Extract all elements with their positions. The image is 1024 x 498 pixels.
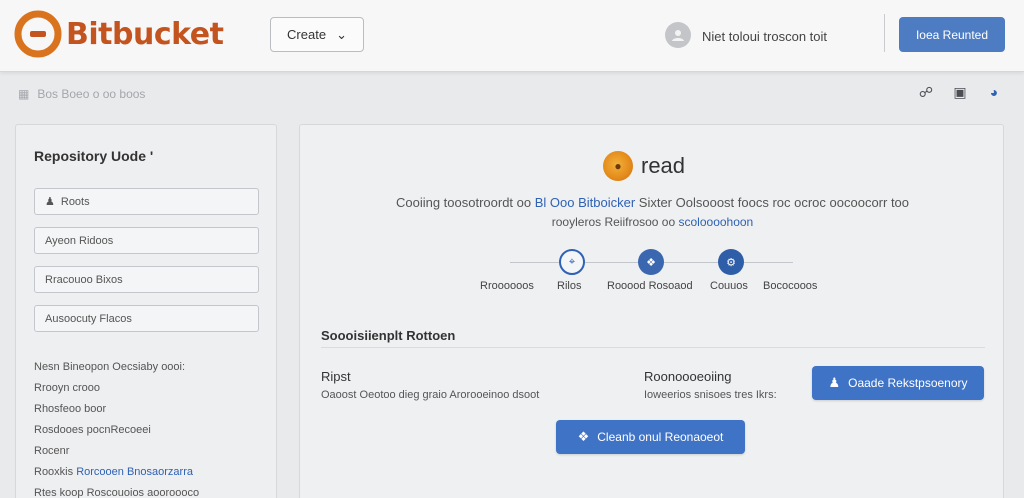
toolbar-icons: ☍ ▣ ◕ <box>916 82 1004 102</box>
main-content-panel: ● read Cooiing toosotroordt oo Bl Ooo Bi… <box>299 124 1004 498</box>
list-item[interactable]: Nesn Bineopon Oecsiaby oooi: <box>34 357 199 378</box>
desc-text: Sixter Oolsooost foocs roc ocroc oocooco… <box>635 195 910 210</box>
breadcrumb: ▦ Bos Boeo o oo boos <box>18 87 145 101</box>
step-label[interactable]: Rooood Rosoaod <box>607 280 693 292</box>
list-item[interactable]: Rhosfeoo boor <box>34 399 199 420</box>
repository-sidebar: Repository Uode ' ♟ Roots Ayeon Ridoos R… <box>15 124 277 498</box>
bee-icon: ● <box>603 151 633 181</box>
read-heading: ● read <box>603 151 685 181</box>
sidebar-list: Nesn Bineopon Oecsiaby oooi: Rrooyn croo… <box>34 357 199 498</box>
user-avatar[interactable] <box>665 22 691 48</box>
list-item-link[interactable]: Rorcooen Bnosaorzarra <box>76 466 193 478</box>
logo-text: Bitbucket <box>66 16 224 52</box>
step-label[interactable]: Rroooooos <box>480 280 534 292</box>
column-title: Ripst <box>321 369 351 384</box>
field-label: Roots <box>60 195 90 208</box>
devices-icon[interactable]: ▣ <box>950 82 970 102</box>
step-files-icon[interactable]: ❖ <box>638 249 664 275</box>
bitbucket-logo[interactable]: Bitbucket <box>12 8 224 60</box>
puzzle-icon: ❖ <box>577 429 590 444</box>
user-name[interactable]: Niet toloui troscon toit <box>702 29 827 44</box>
list-item-prefix: Rooxkis <box>34 466 77 478</box>
sidebar-title: Repository Uode ' <box>34 148 154 164</box>
grid-icon[interactable]: ▦ <box>18 87 29 101</box>
description-line-1: Cooiing toosotroordt oo Bl Ooo Bitboicke… <box>300 195 1005 210</box>
person-icon: ♟ <box>45 196 55 208</box>
list-item[interactable]: Rosdooes pocnRecoeei <box>34 420 199 441</box>
column-title: Roonoooeoiing <box>644 369 732 384</box>
list-item[interactable]: Rooxkis Rorcooen Bnosaorzarra <box>34 462 199 483</box>
list-item[interactable]: Rtes koop Roscouoios aooroooco <box>34 483 199 498</box>
header-primary-button[interactable]: Ioea Reunted <box>899 17 1005 52</box>
description-line-2: rooyleros Reiifrosoo oo scoloooohoon <box>300 215 1005 229</box>
create-dropdown-button[interactable]: Create ⌄ <box>270 17 364 52</box>
create-request-button[interactable]: ❖ Cleanb onul Reonaoeot <box>556 420 745 454</box>
list-item[interactable]: Rocenr <box>34 441 199 462</box>
section-divider <box>321 347 985 348</box>
step-label[interactable]: Couuos <box>710 280 748 292</box>
section-title: Soooisiienplt Rottoen <box>321 328 456 343</box>
step-label[interactable]: Rilos <box>557 280 581 292</box>
desc-link[interactable]: Bl Ooo Bitboicker <box>535 195 635 210</box>
header-divider <box>884 14 885 52</box>
top-header: Bitbucket Create ⌄ Niet toloui troscon t… <box>0 0 1024 72</box>
column-description: Oaoost Oeotoo dieg graio Arorooeinoo dso… <box>321 389 540 401</box>
chevron-down-icon: ⌄ <box>336 26 347 42</box>
list-item-prefix: Rtes koop Roscouoios <box>34 487 148 498</box>
field-label: Ayeon Ridoos <box>45 234 114 247</box>
breadcrumb-text[interactable]: Bos Boeo o oo boos <box>37 87 145 101</box>
user-icon: ♟ <box>828 375 841 390</box>
globe-icon[interactable]: ◕ <box>984 82 1004 102</box>
user-icon <box>672 30 684 41</box>
create-repository-button[interactable]: ♟ Oaade Rekstpsoenory <box>812 366 984 400</box>
desc-text: rooyleros Reiifrosoo oo <box>551 215 679 229</box>
button-label: Cleanb onul Reonaoeot <box>597 430 724 444</box>
create-label: Create <box>287 27 327 42</box>
list-item-text: aooroooco <box>147 487 200 498</box>
sidebar-field-2[interactable]: Ayeon Ridoos <box>34 227 259 254</box>
sidebar-field-4[interactable]: Ausoocuty Flacos <box>34 305 259 332</box>
hierarchy-icon[interactable]: ☍ <box>916 82 936 102</box>
sidebar-field-roots[interactable]: ♟ Roots <box>34 188 259 215</box>
step-repo-icon[interactable]: ⌖ <box>559 249 585 275</box>
step-settings-icon[interactable]: ⚙ <box>718 249 744 275</box>
read-title: read <box>641 153 686 178</box>
field-label: Rracouoo Bixos <box>45 273 123 286</box>
desc-text: Cooiing toosotroordt oo <box>395 195 535 210</box>
column-description: Ioweerios snisoes tres Ikrs: <box>644 389 777 401</box>
sidebar-field-3[interactable]: Rracouoo Bixos <box>34 266 259 293</box>
bitbucket-logo-icon <box>14 10 62 58</box>
step-label[interactable]: Bococooos <box>763 280 817 292</box>
field-label: Ausoocuty Flacos <box>45 312 132 325</box>
desc-link[interactable]: scoloooohoon <box>679 215 754 229</box>
list-item[interactable]: Rrooyn crooo <box>34 378 199 399</box>
button-label: Oaade Rekstpsoenory <box>848 376 968 390</box>
